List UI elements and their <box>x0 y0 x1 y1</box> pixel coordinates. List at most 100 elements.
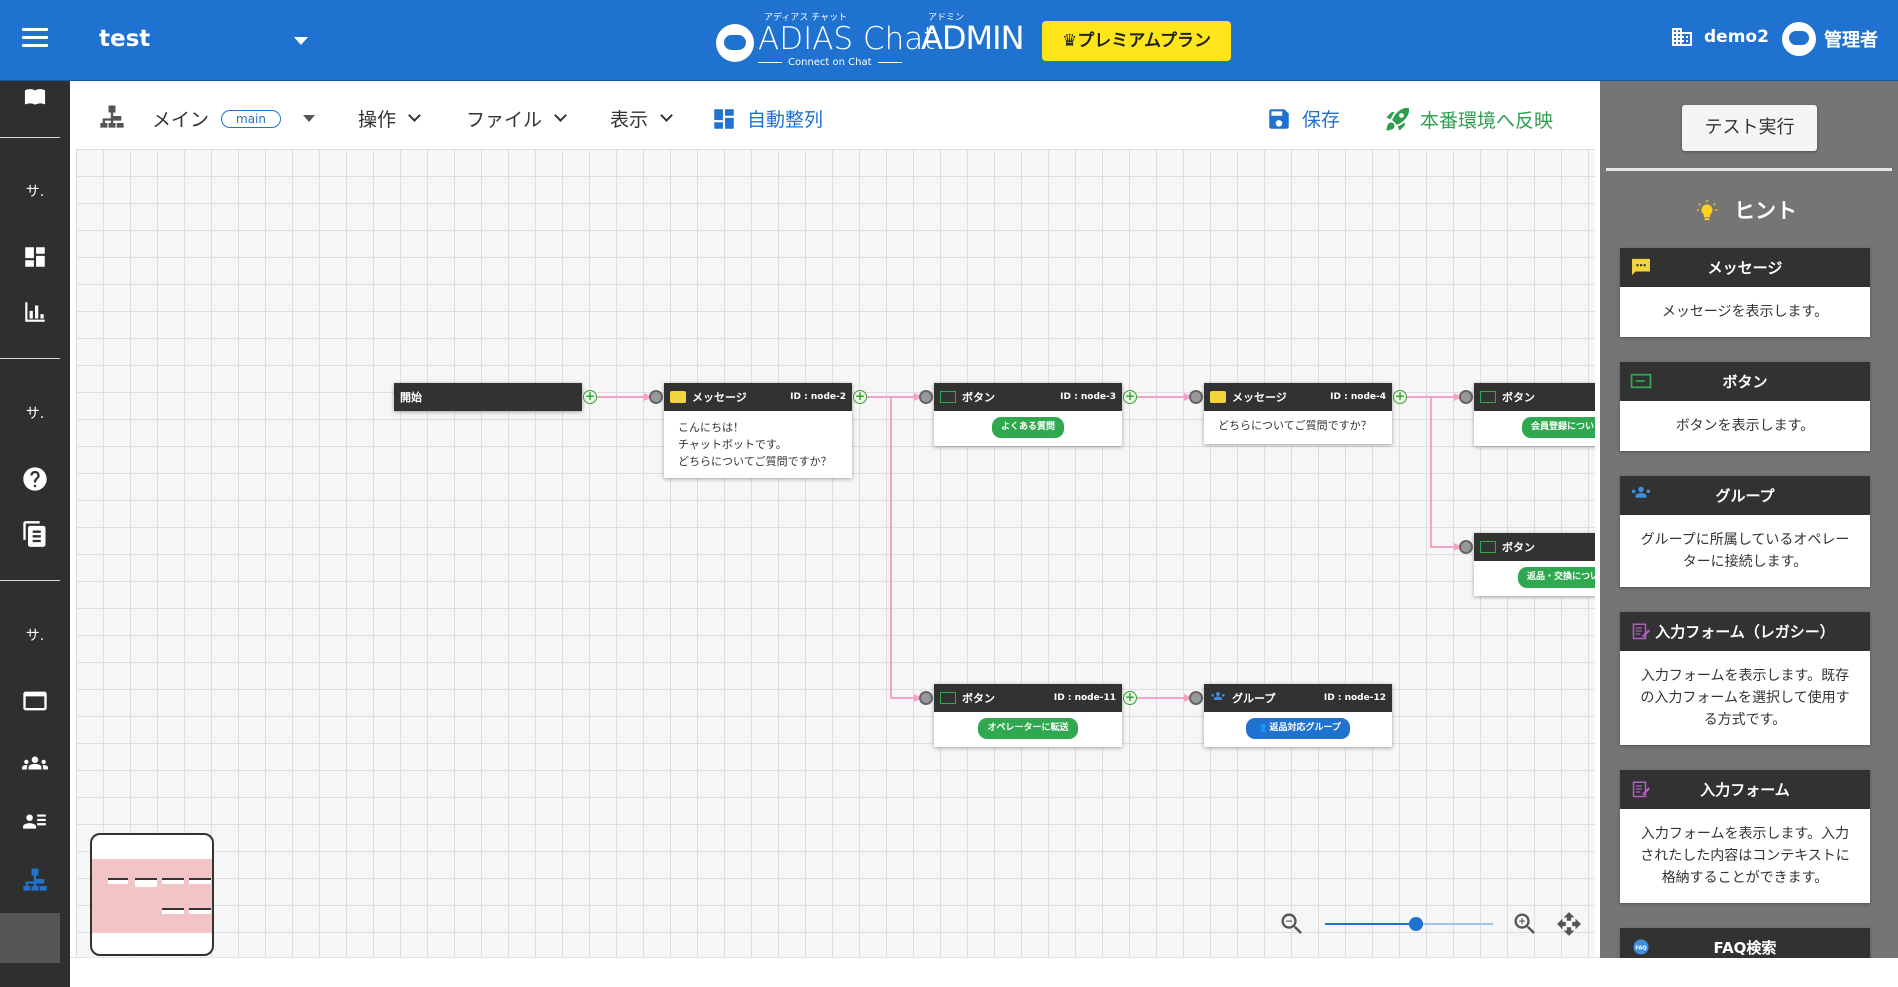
zoom-out-icon[interactable] <box>1278 910 1306 938</box>
nav-section-label: サ. <box>25 184 45 200</box>
hint-card-header: 入力フォーム <box>1620 770 1870 809</box>
nav-user-list-icon[interactable] <box>0 798 70 844</box>
flow-node-message[interactable]: メッセージ ID : node-2 こんにちは！ チャットボットです。 どちらに… <box>664 383 852 478</box>
output-port-plus-icon[interactable]: + <box>1123 691 1137 705</box>
input-port[interactable] <box>919 691 933 705</box>
node-id: ID : node-11 <box>1053 693 1116 703</box>
node-title: ボタン <box>962 692 995 705</box>
node-body: 会員登録につい <box>1474 411 1595 446</box>
minimap-node <box>189 878 211 884</box>
node-title: メッセージ <box>1232 391 1287 404</box>
save-button[interactable]: 保存 <box>1266 105 1340 132</box>
nav-dashboard-icon[interactable] <box>0 234 70 280</box>
node-id: ID : node-2 <box>790 392 846 402</box>
input-port[interactable] <box>919 390 933 404</box>
chevron-down-icon <box>554 109 567 122</box>
hint-card-form-legacy: 入力フォーム（レガシー） 入力フォームを表示します。既存の入力フォームを選択して… <box>1620 612 1870 745</box>
test-run-button[interactable]: テスト実行 <box>1682 105 1817 151</box>
user-menu[interactable]: 管理者 <box>1782 22 1878 56</box>
node-body: よくある質問 <box>934 411 1122 446</box>
nav-flow-icon[interactable] <box>0 856 70 902</box>
node-button-chip: 会員登録につい <box>1522 417 1595 438</box>
flow-select[interactable]: メイン main <box>152 105 315 132</box>
hint-card-title: FAQ検索 <box>1713 939 1777 957</box>
output-port-plus-icon[interactable]: + <box>853 390 867 404</box>
group-icon <box>1631 486 1651 498</box>
top-bar: test アディアス チャット アドミン ADIAS Chat ADMIN Co… <box>0 0 1898 81</box>
nav-divider <box>0 358 60 359</box>
nav-document-icon[interactable] <box>0 511 70 557</box>
nav-book-icon[interactable] <box>0 73 70 119</box>
node-button-chip: 返品・交換につい <box>1518 567 1595 588</box>
logo-admin: ADMIN <box>921 19 1025 57</box>
nav-chart-icon[interactable] <box>0 289 70 335</box>
hint-card-button: ボタン ボタンを表示します。 <box>1620 362 1870 451</box>
nav-group-icon[interactable] <box>0 740 70 786</box>
flow-tree-icon[interactable] <box>97 102 127 130</box>
flow-node-group[interactable]: グループ ID : node-12 👥 返品対応グループ <box>1204 684 1392 747</box>
flow-canvas[interactable]: 開始 + メッセージ ID : node-2 こんにちは！ チャットボットです。… <box>76 149 1595 957</box>
flow-node-button[interactable]: ボタン ID : node-3 よくある質問 <box>934 383 1122 446</box>
hint-card-body: 入力フォームを表示します。既存の入力フォームを選択して使用する方式です。 <box>1640 668 1850 728</box>
tenant-menu[interactable]: demo2 <box>1670 25 1769 49</box>
tenant-name: demo2 <box>1704 27 1769 47</box>
hint-card-title: グループ <box>1715 487 1775 505</box>
connector-node4-node6 <box>1430 397 1454 548</box>
node-id: ID : node-12 <box>1323 693 1386 703</box>
save-icon <box>1269 108 1289 129</box>
auto-align-label: 自動整列 <box>747 109 824 131</box>
output-port-plus-icon[interactable]: + <box>1393 390 1407 404</box>
building-icon <box>1672 28 1692 46</box>
node-button-chip: よくある質問 <box>991 417 1064 438</box>
hint-card-form: 入力フォーム 入力フォームを表示します。入力されたした内容はコンテキストに格納す… <box>1620 770 1870 903</box>
input-port[interactable] <box>1459 540 1473 554</box>
premium-plan-button[interactable]: ♛プレミアムプラン <box>1042 21 1231 61</box>
node-body: どちらについてご質問ですか？ <box>1204 411 1392 444</box>
input-port[interactable] <box>1189 691 1203 705</box>
button-icon <box>940 692 956 704</box>
zoom-slider[interactable] <box>1325 917 1493 931</box>
button-icon <box>1480 541 1496 553</box>
zoom-slider-thumb[interactable] <box>1409 917 1423 931</box>
hint-card-header: 入力フォーム（レガシー） <box>1620 612 1870 651</box>
input-port[interactable] <box>1189 390 1203 404</box>
input-port[interactable] <box>649 390 663 404</box>
nav-window-icon[interactable] <box>0 678 70 724</box>
adias-chat-admin-logo[interactable]: アディアス チャット アドミン ADIAS Chat ADMIN Connect… <box>716 10 1025 72</box>
move-arrows-icon[interactable] <box>1556 911 1582 937</box>
nav-help-icon[interactable] <box>0 456 70 502</box>
view-menu[interactable]: 表示 <box>610 105 673 132</box>
minimap-node <box>162 878 184 884</box>
node-button-chip: オペレーターに転送 <box>978 718 1078 739</box>
panel-divider <box>1606 168 1892 171</box>
light-bulb-icon <box>1696 199 1718 221</box>
flow-node-button[interactable]: ボタン ID : node-11 オペレーターに転送 <box>934 684 1122 747</box>
hint-card-message: メッセージ メッセージを表示します。 <box>1620 248 1870 337</box>
flow-name: メイン <box>152 109 210 131</box>
minimap-node <box>189 908 211 914</box>
hamburger-menu-icon[interactable] <box>22 28 48 50</box>
auto-align-button[interactable]: 自動整列 <box>711 105 823 132</box>
nav-divider <box>0 137 60 138</box>
group-chip-label: 返品対応グループ <box>1269 723 1341 733</box>
hint-card-title: メッセージ <box>1707 259 1783 277</box>
flow-node-button[interactable]: ボタン 会員登録につい <box>1474 383 1595 446</box>
flow-node-message[interactable]: メッセージ ID : node-4 どちらについてご質問ですか？ <box>1204 383 1392 444</box>
output-port-plus-icon[interactable]: + <box>583 390 597 404</box>
output-port-plus-icon[interactable]: + <box>1123 390 1137 404</box>
operate-menu[interactable]: 操作 <box>358 105 421 132</box>
file-menu[interactable]: ファイル <box>466 105 567 132</box>
button-icon <box>1480 391 1496 403</box>
deploy-production-button[interactable]: 本番環境へ反映 <box>1384 105 1553 133</box>
flow-minimap[interactable] <box>90 833 214 956</box>
flow-node-start[interactable]: 開始 <box>394 383 582 411</box>
minimap-viewport[interactable] <box>92 859 212 933</box>
zoom-in-icon[interactable] <box>1511 910 1539 938</box>
avatar <box>1782 22 1816 56</box>
input-port[interactable] <box>1459 390 1473 404</box>
node-title: ボタン <box>1502 541 1535 554</box>
bot-select-caret-icon[interactable] <box>294 37 308 45</box>
flow-node-button[interactable]: ボタン 返品・交換につい <box>1474 533 1595 596</box>
hint-card-header: グループ <box>1620 476 1870 515</box>
hint-card-title: ボタン <box>1722 373 1768 391</box>
